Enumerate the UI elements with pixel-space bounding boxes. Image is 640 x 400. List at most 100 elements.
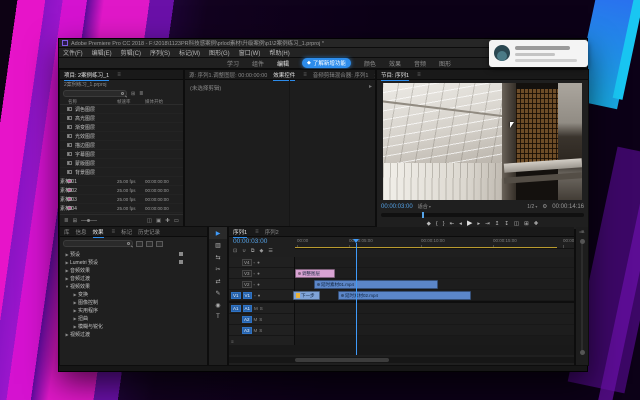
- playback-resolution-dropdown[interactable]: 1/2: [527, 204, 537, 210]
- mute-button[interactable]: M: [254, 317, 258, 322]
- effects-tree-item[interactable]: ▶视频过渡: [60, 330, 207, 338]
- slip-tool[interactable]: ⇄: [209, 275, 227, 287]
- project-item-row[interactable]: 渐变图层: [60, 123, 183, 132]
- project-item-row[interactable]: 素材 0425.00 fps00:00:00:00: [60, 204, 183, 213]
- audio-lane-A1[interactable]: [295, 303, 574, 314]
- tab-ec[interactable]: 元数据: [374, 71, 375, 79]
- list-view-icon[interactable]: ≣: [139, 91, 143, 97]
- scrollbar-top-handle[interactable]: [580, 239, 585, 244]
- project-item-row[interactable]: 素材 0125.00 fps00:00:00:00: [60, 177, 183, 186]
- project-item-row[interactable]: 蒙版图层: [60, 159, 183, 168]
- source-patch-A1[interactable]: A1: [231, 305, 241, 312]
- linked-selection-icon[interactable]: ⧉: [251, 248, 255, 254]
- lock-icon[interactable]: ▫: [254, 282, 256, 287]
- track-target-A1[interactable]: A1: [243, 305, 253, 312]
- chevron-right-icon[interactable]: ▸: [369, 83, 372, 90]
- panel-menu-icon[interactable]: ≡: [117, 72, 121, 78]
- tab-标记[interactable]: 标记: [121, 228, 132, 236]
- tab-project[interactable]: 项目: 2案例练习_1: [64, 71, 109, 79]
- ripple-edit-tool[interactable]: ⇆: [209, 251, 227, 263]
- tab-sequence-序列1[interactable]: 序列1: [233, 228, 247, 236]
- effects-tree-item[interactable]: ▶扭曲: [60, 314, 207, 322]
- tab-ec[interactable]: 音频剪辑混合器: 序列1: [313, 71, 369, 79]
- lock-icon[interactable]: ▫: [254, 293, 256, 298]
- timeline-horizontal-scrollbar[interactable]: [229, 357, 574, 363]
- project-search-input[interactable]: [63, 90, 127, 97]
- effects-tree-item[interactable]: ▶图像控制: [60, 298, 207, 306]
- scrollbar-bottom-handle[interactable]: [580, 350, 585, 355]
- notification-popup[interactable]: [489, 40, 588, 67]
- source-patch-A2[interactable]: [231, 316, 240, 323]
- project-item-row[interactable]: 描边图层: [60, 141, 183, 150]
- workspace-tab-组件[interactable]: 组件: [252, 59, 264, 68]
- nest-toggle-icon[interactable]: ⊡: [233, 248, 237, 254]
- hand-tool[interactable]: ◉: [209, 299, 227, 311]
- solo-button[interactable]: S: [259, 317, 262, 322]
- tab-库[interactable]: 库: [64, 228, 70, 236]
- workspace-tab-编辑[interactable]: 编辑: [277, 59, 289, 68]
- lock-icon[interactable]: ▫: [254, 271, 256, 276]
- project-item-row[interactable]: 光效图层: [60, 132, 183, 141]
- effects-tree-item[interactable]: ▶Lumetri 预设: [60, 258, 207, 266]
- panel-menu-icon[interactable]: ≡: [112, 229, 116, 235]
- effects-search-input[interactable]: [63, 240, 133, 247]
- zoom-level-dropdown[interactable]: 适合: [418, 203, 431, 210]
- project-item-row[interactable]: 素材 0325.00 fps00:00:00:00: [60, 195, 183, 204]
- project-column-headers[interactable]: 名称 帧速率 媒体开始: [60, 98, 183, 105]
- menu-item-5[interactable]: 图形(G): [209, 48, 230, 57]
- source-patch-A3[interactable]: [231, 327, 240, 334]
- track-target-V2[interactable]: V2: [242, 281, 252, 288]
- timeline-ruler[interactable]: 00:0000:00:05:0000:00:10:0000:00:15:0000…: [295, 237, 574, 249]
- workspace-tab-音频[interactable]: 音频: [414, 59, 426, 68]
- track-target-V3[interactable]: V3: [242, 270, 252, 277]
- project-item-row[interactable]: 字幕图层: [60, 150, 183, 159]
- effects-tree-item[interactable]: ▶实用程序: [60, 306, 207, 314]
- track-target-V4[interactable]: V4: [242, 259, 252, 266]
- selection-tool[interactable]: ▶: [209, 227, 227, 239]
- eye-icon[interactable]: ●: [258, 293, 261, 298]
- effects-tree-item[interactable]: ▶音频效果: [60, 266, 207, 274]
- settings-gear-icon[interactable]: ⚙: [542, 204, 547, 210]
- whats-new-coachmark[interactable]: ◆了解新增功能: [302, 58, 351, 68]
- tab-ec[interactable]: 源: 序列1.调整图层: 00:00:00:00: [189, 71, 267, 79]
- mute-button[interactable]: M: [254, 328, 258, 333]
- effects-tree-item[interactable]: ▶模糊与锐化: [60, 322, 207, 330]
- accelerated-effects-filter-icon[interactable]: [136, 241, 143, 247]
- project-item-row[interactable]: 素材 0225.00 fps00:00:00:00: [60, 186, 183, 195]
- video-lane-V3[interactable]: [295, 268, 574, 279]
- tab-effect-controls[interactable]: 效果控件: [273, 71, 295, 79]
- source-patch-V1[interactable]: V1: [231, 292, 241, 299]
- project-item-row[interactable]: 高光图层: [60, 114, 183, 123]
- add-marker-icon[interactable]: ◆: [259, 248, 263, 254]
- panel-menu-icon[interactable]: ≡: [303, 72, 307, 78]
- timeline-clip[interactable]: 下一步: [293, 291, 320, 300]
- timeline-clip[interactable]: 延时素材02.mp4: [338, 291, 471, 300]
- yuv-effects-filter-icon[interactable]: [156, 241, 163, 247]
- pen-tool[interactable]: ✎: [209, 287, 227, 299]
- track-select-tool[interactable]: ▥: [209, 239, 227, 251]
- program-video-frame[interactable]: [383, 83, 582, 200]
- menu-item-3[interactable]: 序列(S): [150, 48, 170, 57]
- program-timecode[interactable]: 00:00:03:00: [381, 204, 413, 210]
- eye-icon[interactable]: ●: [257, 260, 260, 265]
- panel-menu-icon[interactable]: ≡: [255, 229, 259, 235]
- effects-tree-item[interactable]: ▶音频过渡: [60, 274, 207, 282]
- track-target-A3[interactable]: A3: [242, 327, 252, 334]
- audio-lane-A2[interactable]: [295, 314, 574, 325]
- workspace-tab-颜色[interactable]: 颜色: [364, 59, 376, 68]
- menu-item-4[interactable]: 标记(M): [179, 48, 200, 57]
- workspace-tab-图形[interactable]: 图形: [439, 59, 451, 68]
- video-lane-V4[interactable]: [295, 257, 574, 268]
- workspace-tab-学习[interactable]: 学习: [227, 59, 239, 68]
- eye-icon[interactable]: ●: [257, 282, 260, 287]
- find-icon[interactable]: ◫: [147, 218, 152, 224]
- menu-item-0[interactable]: 文件(F): [63, 48, 83, 57]
- snap-icon[interactable]: ∪: [242, 248, 246, 254]
- mute-button[interactable]: M: [254, 306, 258, 311]
- menu-item-2[interactable]: 剪辑(C): [121, 48, 141, 57]
- project-item-row[interactable]: 调色图层: [60, 105, 183, 114]
- new-item-icon[interactable]: ✚: [165, 218, 170, 224]
- timeline-clip[interactable]: 调整图层: [295, 269, 335, 278]
- audio-lane-A3[interactable]: [295, 325, 574, 336]
- project-breadcrumb[interactable]: 2案例练习_1.prproj: [64, 81, 107, 88]
